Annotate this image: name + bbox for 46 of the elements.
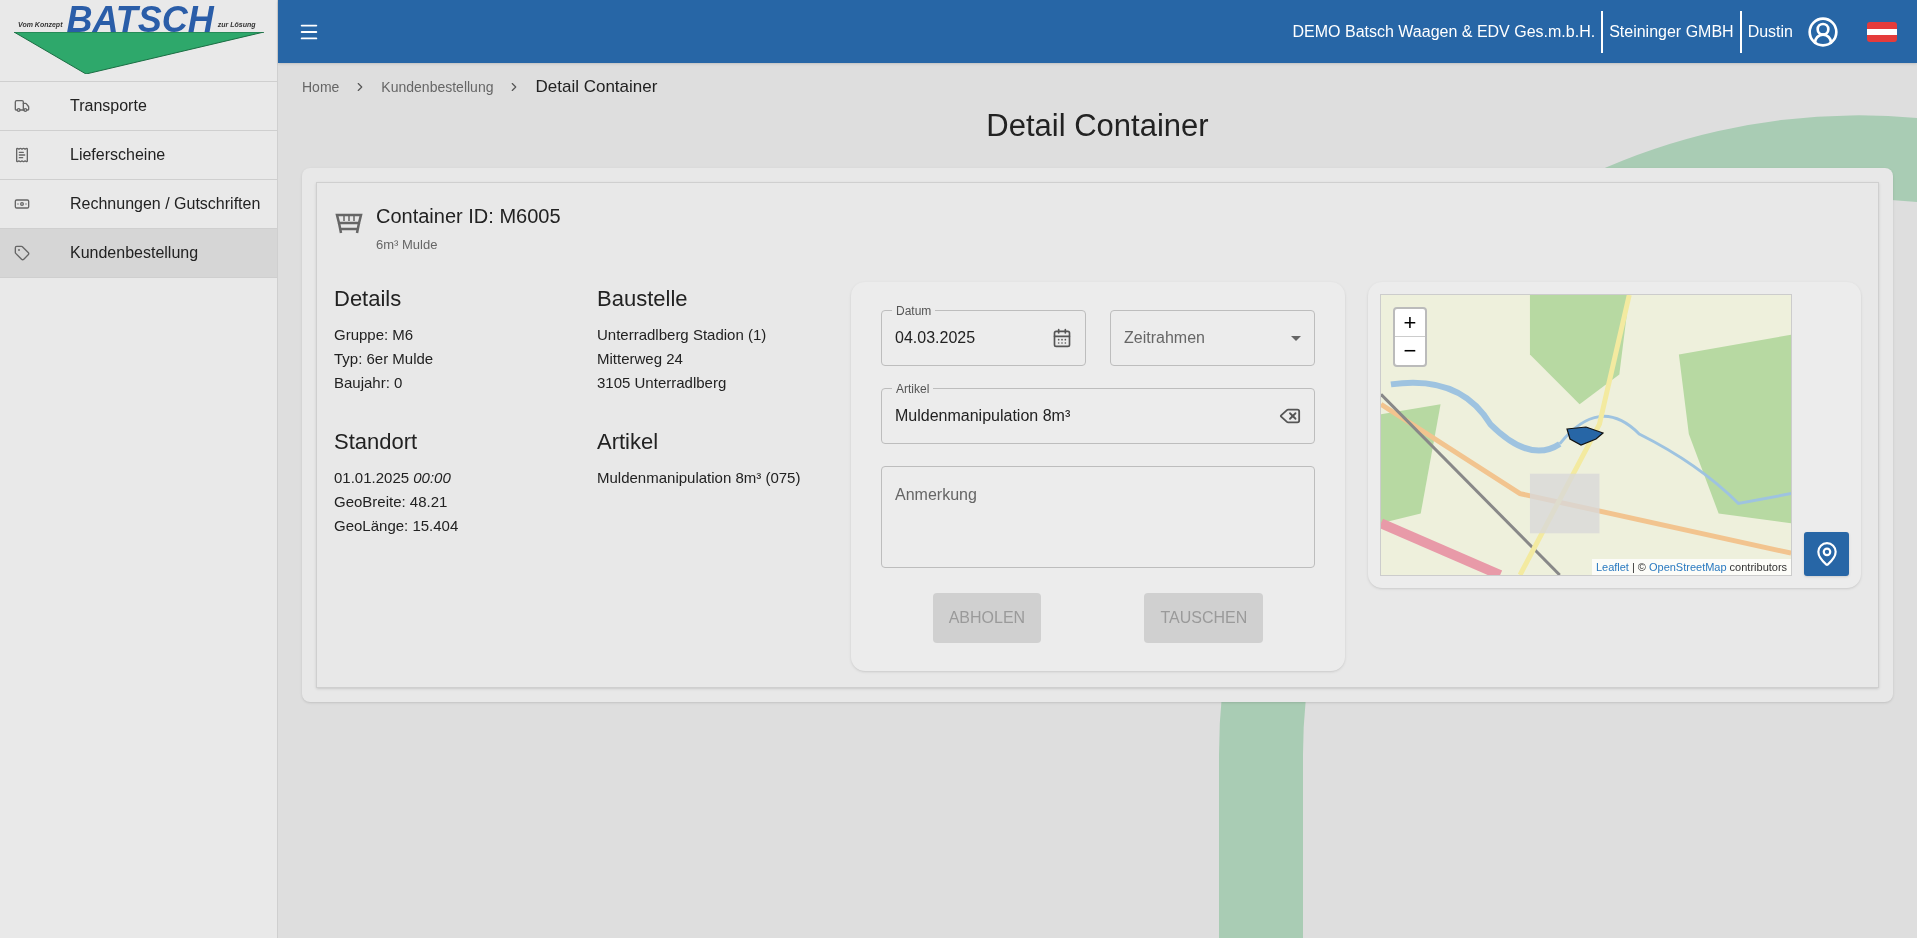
select-placeholder: Zeitrahmen: [1124, 328, 1206, 348]
zoom-in-button[interactable]: +: [1395, 309, 1425, 337]
section-heading: Standort: [334, 428, 419, 456]
note-placeholder: Anmerkung: [895, 486, 977, 503]
calendar-icon[interactable]: [1052, 328, 1072, 348]
article-value: Muldenmanipulation 8m³: [895, 406, 1072, 426]
container-marker-icon: [1566, 425, 1604, 447]
account-icon[interactable]: [1807, 15, 1839, 48]
detail-line: Unterradlberg Stadion (1): [597, 325, 768, 345]
section-heading: Artikel: [597, 428, 660, 456]
page-title: Detail Container: [985, 107, 1210, 145]
locate-button[interactable]: [1804, 532, 1849, 576]
tag-icon: [14, 245, 30, 261]
detail-line: GeoLänge: 15.404: [334, 516, 460, 536]
detail-line: 01.01.2025 00:00: [334, 468, 452, 488]
detail-line: Baujahr: 0: [334, 373, 404, 393]
breadcrumb-current: Detail Container: [535, 76, 658, 99]
zoom-out-button[interactable]: −: [1395, 337, 1425, 365]
detail-line: Gruppe: M6: [334, 325, 415, 345]
detail-line: Muldenmanipulation 8m³ (075): [597, 468, 802, 488]
breadcrumb-link[interactable]: Kundenbestellung: [381, 76, 494, 98]
container-subtitle: 6m³ Mulde: [376, 235, 439, 254]
receipt-icon: [14, 147, 30, 163]
user-name: Dustin: [1747, 21, 1793, 42]
customer-name: Steininger GMBH: [1609, 21, 1734, 42]
breadcrumb-link[interactable]: Home: [302, 76, 340, 98]
dropdown-caret-icon: [1291, 335, 1301, 341]
logo-text: BATSCH: [66, 0, 214, 40]
timeframe-select[interactable]: Zeitrahmen: [1110, 310, 1315, 366]
detail-line: Typ: 6er Mulde: [334, 349, 435, 369]
date-value: 04.03.2025: [895, 328, 977, 348]
section-heading: Baustelle: [597, 285, 689, 313]
attribution-link[interactable]: OpenStreetMap: [1648, 558, 1727, 575]
map-view[interactable]: + − Leaflet | © OpenStreetMap contributors: [1380, 294, 1793, 576]
detail-line: 3105 Unterradlberg: [597, 373, 728, 393]
banknote-icon: [14, 196, 30, 212]
attribution-link[interactable]: Leaflet: [1595, 558, 1629, 575]
flag-icon[interactable]: [1867, 21, 1897, 42]
sidebar-item[interactable]: Kundenbestellung: [0, 229, 277, 278]
truck-icon: [14, 98, 30, 114]
company-name: DEMO Batsch Waagen & EDV Ges.m.b.H.: [1292, 21, 1596, 42]
detail-line: GeoBreite: 48.21: [334, 492, 449, 512]
note-field[interactable]: Anmerkung: [881, 466, 1315, 568]
detail-line: Mitterweg 24: [597, 349, 684, 369]
section-heading: Details: [334, 285, 403, 313]
container-title: Container ID: M6005: [376, 203, 561, 229]
